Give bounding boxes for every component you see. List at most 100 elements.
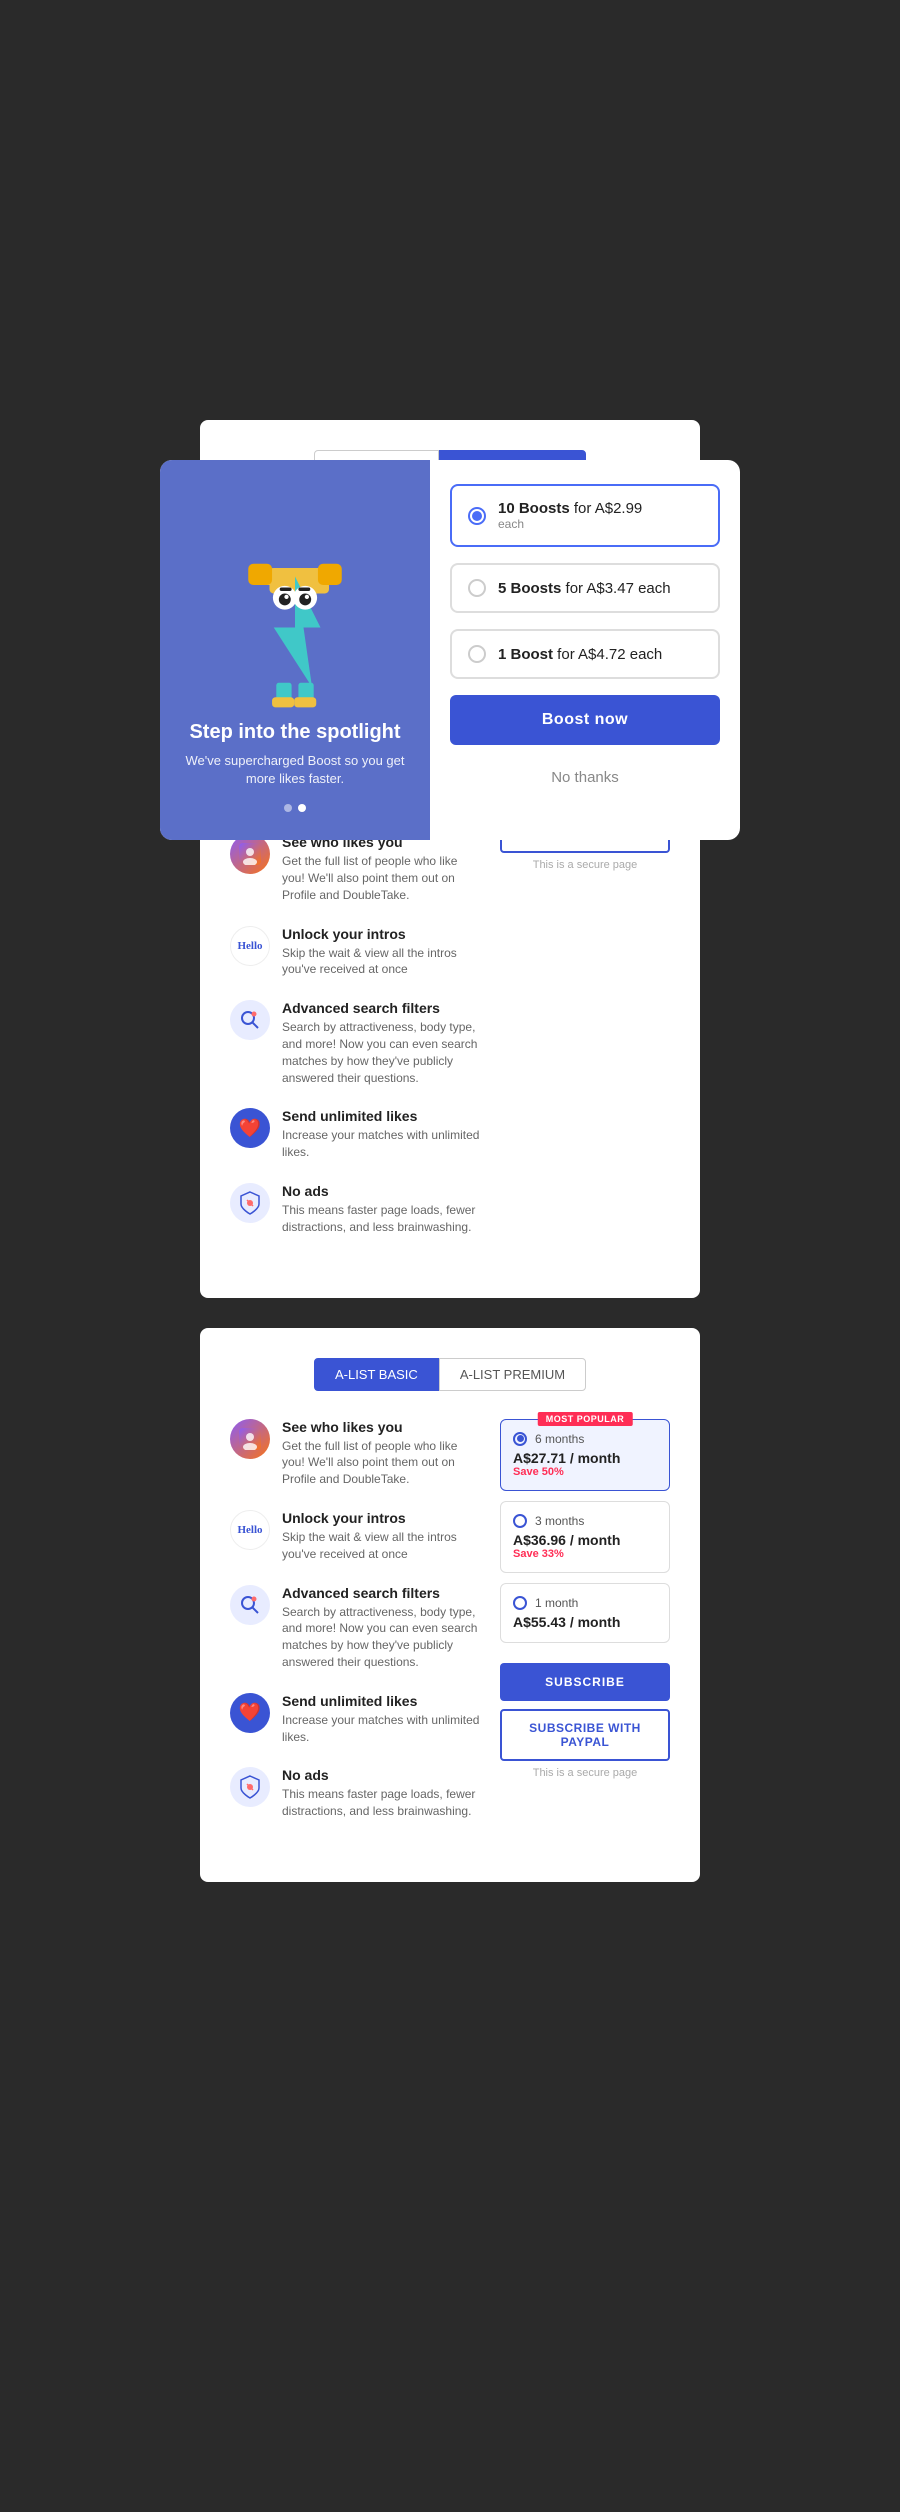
pricing-duration-1m-2: 1 month <box>513 1596 657 1610</box>
feature-title-unlimited-likes: Send unlimited likes <box>282 1108 480 1124</box>
boost-count-10: 10 Boosts <box>498 500 570 517</box>
feature-no-ads: No ads This means faster page loads, few… <box>230 1183 480 1236</box>
pricing-amount-1m-2: A$55.43 / month <box>513 1614 657 1630</box>
feature2-title-search-filters: Advanced search filters <box>282 1585 480 1601</box>
feature-icon-shield <box>230 1183 270 1223</box>
most-popular-badge-2: MOST POPULAR <box>538 1412 633 1426</box>
boost-count-5: 5 Boosts <box>498 580 561 597</box>
modal-subtitle: We've supercharged Boost so you get more… <box>180 752 410 788</box>
feature2-title-unlimited-likes: Send unlimited likes <box>282 1693 480 1709</box>
feature2-icon-search <box>230 1585 270 1625</box>
feature-title-intros: Unlock your intros <box>282 926 480 942</box>
feature2-text-intros: Unlock your intros Skip the wait & view … <box>282 1510 480 1563</box>
pricing-amount-3m-2: A$36.96 / month <box>513 1532 657 1548</box>
subscription2-pricing: MOST POPULAR 6 months A$27.71 / month Sa… <box>500 1419 670 1779</box>
feature-text-intros: Unlock your intros Skip the wait & view … <box>282 926 480 979</box>
dot-2 <box>298 804 306 812</box>
secure-note-2: This is a secure page <box>500 1767 670 1779</box>
modal-title: Step into the spotlight <box>189 721 400 744</box>
feature2-title-no-ads: No ads <box>282 1767 480 1783</box>
boost-count-1: 1 Boost <box>498 646 553 663</box>
tab-alist-basic-2[interactable]: A-LIST BASIC <box>314 1358 439 1391</box>
no-thanks-button[interactable]: No thanks <box>450 761 720 794</box>
feature2-text-no-ads: No ads This means faster page loads, few… <box>282 1767 480 1820</box>
mascot-illustration <box>210 551 380 721</box>
pricing-duration-3m-2: 3 months <box>513 1514 657 1528</box>
boost-option-5[interactable]: 5 Boosts for A$3.47 each <box>450 563 720 613</box>
pricing-save-3m-2: Save 33% <box>513 1548 657 1560</box>
pricing-3months-2[interactable]: 3 months A$36.96 / month Save 33% <box>500 1501 670 1573</box>
feature-desc-who-likes: Get the full list of people who like you… <box>282 853 480 903</box>
subscription2-tabs: A-LIST BASIC A-LIST PREMIUM <box>230 1358 670 1391</box>
feature-desc-intros: Skip the wait & view all the intros you'… <box>282 945 480 979</box>
boost-option-1[interactable]: 1 Boost for A$4.72 each <box>450 629 720 679</box>
pricing-save-6m-2: Save 50% <box>513 1466 657 1478</box>
feature2-intros: Hello Unlock your intros Skip the wait &… <box>230 1510 480 1563</box>
modal-left-panel: Step into the spotlight We've supercharg… <box>160 460 430 840</box>
dot-1 <box>284 804 292 812</box>
modal-dots <box>284 804 306 812</box>
radio-5boosts <box>468 579 486 597</box>
feature-icon-hello: Hello <box>230 926 270 966</box>
feature-text-unlimited-likes: Send unlimited likes Increase your match… <box>282 1108 480 1161</box>
radio-10boosts <box>468 507 486 525</box>
radio-inner-10boosts <box>472 511 482 521</box>
feature2-no-ads: No ads This means faster page loads, few… <box>230 1767 480 1820</box>
tab-alist-premium-2[interactable]: A-LIST PREMIUM <box>439 1358 586 1391</box>
subscribe-paypal-button-2[interactable]: SUBSCRIBE WITH PAYPAL <box>500 1709 670 1761</box>
feature2-desc-no-ads: This means faster page loads, fewer dist… <box>282 1786 480 1820</box>
secure-note-1: This is a secure page <box>500 859 670 871</box>
feature-title-no-ads: No ads <box>282 1183 480 1199</box>
subscribe-button-2[interactable]: SUBSCRIBE <box>500 1663 670 1701</box>
feature-text-who-likes: See who likes you Get the full list of p… <box>282 834 480 903</box>
feature2-text-who-likes: See who likes you Get the full list of p… <box>282 1419 480 1488</box>
radio-1boost <box>468 645 486 663</box>
feature-icon-who-likes <box>230 834 270 874</box>
modal-right-panel: 10 Boosts for A$2.99 each 5 Boosts for A… <box>430 460 740 840</box>
boost-label-5: 5 Boosts for A$3.47 each <box>498 580 671 597</box>
feature-desc-unlimited-likes: Increase your matches with unlimited lik… <box>282 1127 480 1161</box>
radio-3m-2 <box>513 1514 527 1528</box>
feature-text-search-filters: Advanced search filters Search by attrac… <box>282 1000 480 1086</box>
boost-label-1: 1 Boost for A$4.72 each <box>498 646 662 663</box>
feature2-desc-intros: Skip the wait & view all the intros you'… <box>282 1529 480 1563</box>
feature-icon-search <box>230 1000 270 1040</box>
radio-6m-2 <box>513 1432 527 1446</box>
feature-search-filters: Advanced search filters Search by attrac… <box>230 1000 480 1086</box>
boost-note-10: each <box>498 517 642 531</box>
boost-now-button[interactable]: Boost now <box>450 695 720 745</box>
feature-icon-heart: ❤️ <box>230 1108 270 1148</box>
subscription2-content: See who likes you Get the full list of p… <box>230 1419 670 1842</box>
feature2-icon-heart: ❤️ <box>230 1693 270 1733</box>
feature2-unlimited-likes: ❤️ Send unlimited likes Increase your ma… <box>230 1693 480 1746</box>
feature-title-search-filters: Advanced search filters <box>282 1000 480 1016</box>
pricing-amount-6m-2: A$27.71 / month <box>513 1450 657 1466</box>
feature-who-likes: See who likes you Get the full list of p… <box>230 834 480 903</box>
feature2-title-intros: Unlock your intros <box>282 1510 480 1526</box>
feature-desc-search-filters: Search by attractiveness, body type, and… <box>282 1019 480 1086</box>
feature-intros: Hello Unlock your intros Skip the wait &… <box>230 926 480 979</box>
boost-option-10[interactable]: 10 Boosts for A$2.99 each <box>450 484 720 547</box>
feature2-icon-hello: Hello <box>230 1510 270 1550</box>
boost-modal: Step into the spotlight We've supercharg… <box>160 460 740 840</box>
subscription2-features: See who likes you Get the full list of p… <box>230 1419 480 1842</box>
feature2-text-unlimited-likes: Send unlimited likes Increase your match… <box>282 1693 480 1746</box>
feature2-search-filters: Advanced search filters Search by attrac… <box>230 1585 480 1671</box>
feature2-desc-search-filters: Search by attractiveness, body type, and… <box>282 1604 480 1671</box>
feature2-who-likes: See who likes you Get the full list of p… <box>230 1419 480 1488</box>
feature2-icon-shield <box>230 1767 270 1807</box>
subscription-section-2: A-LIST BASIC A-LIST PREMIUM See who like… <box>200 1328 700 1882</box>
pricing-1month-2[interactable]: 1 month A$55.43 / month <box>500 1583 670 1643</box>
feature2-desc-who-likes: Get the full list of people who like you… <box>282 1438 480 1488</box>
feature2-icon-who-likes <box>230 1419 270 1459</box>
boost-label-10: 10 Boosts for A$2.99 each <box>498 500 642 531</box>
feature-unlimited-likes: ❤️ Send unlimited likes Increase your ma… <box>230 1108 480 1161</box>
radio-1m-2 <box>513 1596 527 1610</box>
pricing-6months-2[interactable]: MOST POPULAR 6 months A$27.71 / month Sa… <box>500 1419 670 1491</box>
feature-text-no-ads: No ads This means faster page loads, few… <box>282 1183 480 1236</box>
feature2-title-who-likes: See who likes you <box>282 1419 480 1435</box>
feature2-desc-unlimited-likes: Increase your matches with unlimited lik… <box>282 1712 480 1746</box>
pricing-duration-6m-2: 6 months <box>513 1432 657 1446</box>
feature2-text-search-filters: Advanced search filters Search by attrac… <box>282 1585 480 1671</box>
feature-desc-no-ads: This means faster page loads, fewer dist… <box>282 1202 480 1236</box>
